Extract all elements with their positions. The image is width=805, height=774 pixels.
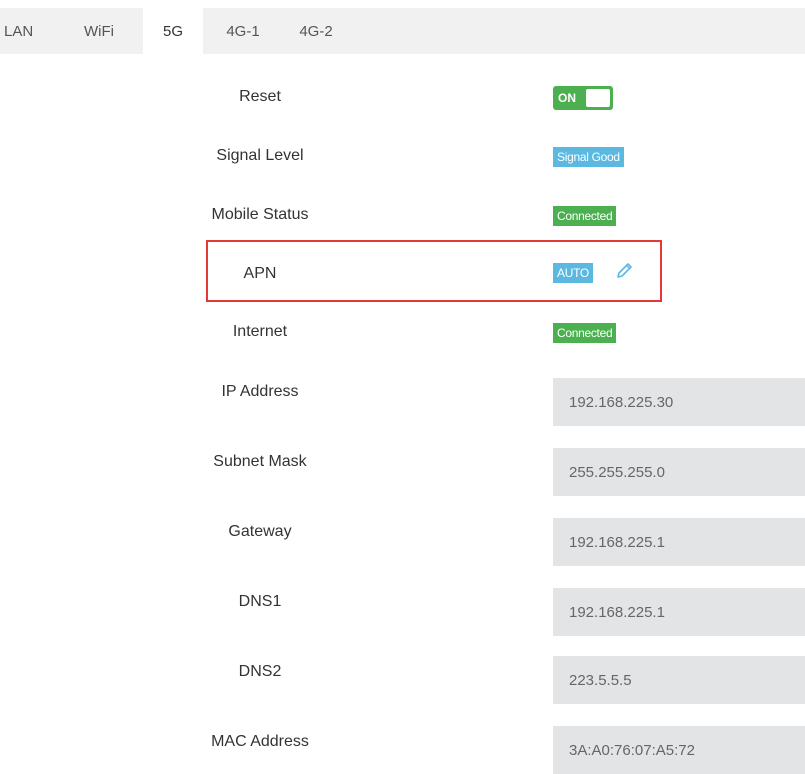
mobile-status-label: Mobile Status bbox=[211, 206, 309, 223]
tab-4g-1[interactable]: 4G-1 bbox=[215, 8, 271, 54]
toggle-state-text: ON bbox=[558, 91, 576, 105]
internet-label: Internet bbox=[232, 323, 288, 340]
dns2-field[interactable]: 223.5.5.5 bbox=[553, 656, 805, 704]
tab-lan[interactable]: LAN bbox=[0, 8, 48, 54]
mac-address-label: MAC Address bbox=[211, 733, 309, 750]
subnet-mask-field[interactable]: 255.255.255.0 bbox=[553, 448, 805, 496]
signal-level-badge: Signal Good bbox=[553, 147, 624, 167]
mac-address-field[interactable]: 3A:A0:76:07:A5:72 bbox=[553, 726, 805, 774]
tab-bar: LAN WiFi 5G 4G-1 4G-2 bbox=[0, 8, 805, 54]
dns1-label: DNS1 bbox=[238, 593, 282, 610]
tab-5g[interactable]: 5G bbox=[143, 8, 203, 54]
dns2-label: DNS2 bbox=[238, 663, 282, 680]
pencil-icon[interactable] bbox=[615, 260, 635, 280]
reset-toggle[interactable]: ON bbox=[553, 86, 613, 110]
gateway-label: Gateway bbox=[228, 523, 292, 540]
tab-4g-2[interactable]: 4G-2 bbox=[288, 8, 344, 54]
apn-badge: AUTO bbox=[553, 263, 593, 283]
network-settings-page: LAN WiFi 5G 4G-1 4G-2 Reset ON Signal Le… bbox=[0, 0, 805, 774]
toggle-knob bbox=[586, 89, 610, 107]
signal-level-label: Signal Level bbox=[216, 147, 304, 164]
apn-label: APN bbox=[243, 265, 277, 282]
ip-address-label: IP Address bbox=[221, 383, 299, 400]
internet-badge: Connected bbox=[553, 323, 617, 343]
reset-label: Reset bbox=[239, 88, 281, 105]
ip-address-field[interactable]: 192.168.225.30 bbox=[553, 378, 805, 426]
tab-wifi[interactable]: WiFi bbox=[76, 8, 122, 54]
dns1-field[interactable]: 192.168.225.1 bbox=[553, 588, 805, 636]
mobile-status-badge: Connected bbox=[553, 206, 617, 226]
gateway-field[interactable]: 192.168.225.1 bbox=[553, 518, 805, 566]
subnet-mask-label: Subnet Mask bbox=[213, 453, 307, 470]
